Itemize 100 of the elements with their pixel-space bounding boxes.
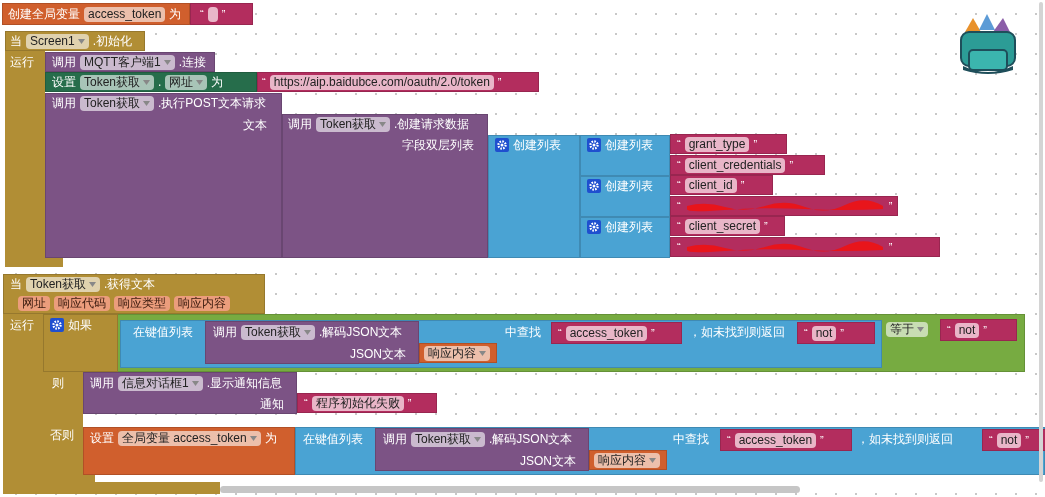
block-label: 创建全局变量 — [8, 6, 80, 22]
dropdown[interactable]: 等于 — [886, 321, 928, 337]
block-label: 调用 — [383, 431, 407, 447]
caret-icon — [474, 436, 482, 442]
scrollbar[interactable] — [1039, 2, 1043, 482]
caret-icon — [649, 457, 656, 463]
caret-icon — [249, 435, 257, 441]
block-label: 中查找 — [505, 324, 541, 340]
caret-icon — [143, 79, 151, 85]
block-label: .创建请求数据 — [394, 116, 470, 132]
block-label: 运行 — [10, 317, 34, 333]
block-label: 创建列表 — [513, 137, 561, 153]
dropdown[interactable]: Token获取 — [241, 324, 316, 340]
procedure-block[interactable] — [375, 428, 589, 471]
variable-block[interactable] — [2, 3, 190, 25]
block-label: 为 — [211, 74, 224, 90]
block-label: 运行 — [10, 54, 34, 70]
quote-mark: ” — [753, 137, 758, 152]
caret-icon — [479, 350, 486, 356]
list-block[interactable] — [580, 217, 670, 258]
quote-mark: ” — [983, 323, 988, 338]
caret-icon — [89, 281, 97, 287]
block-label: 则 — [52, 375, 64, 391]
block-label: 调用 — [90, 375, 114, 391]
block-label: 创建列表 — [605, 137, 653, 153]
quote-mark: “ — [804, 326, 808, 341]
procedure-block[interactable] — [45, 93, 282, 258]
dropdown[interactable]: 信息对话框1 — [118, 375, 203, 391]
dropdown[interactable]: Token获取 — [80, 74, 155, 90]
variable-name[interactable]: access_token — [84, 6, 166, 22]
quote-mark: “ — [677, 137, 681, 152]
list-block[interactable] — [580, 135, 670, 176]
setter-block[interactable] — [45, 72, 257, 92]
caret-icon — [77, 38, 85, 44]
caret-icon — [304, 329, 312, 335]
caret-icon — [379, 121, 387, 127]
procedure-block[interactable] — [83, 372, 297, 414]
empty-string-field[interactable] — [207, 6, 218, 22]
quote-mark: “ — [947, 323, 951, 338]
quote-mark: ” — [840, 326, 845, 341]
block-label: 否则 — [50, 427, 74, 443]
block-label: 调用 — [213, 324, 237, 340]
variable-block[interactable] — [419, 343, 497, 363]
procedure-block[interactable] — [45, 52, 215, 72]
dropdown[interactable]: Token获取 — [26, 276, 101, 292]
dropdown[interactable]: Token获取 — [316, 116, 391, 132]
scrollbar[interactable] — [220, 486, 800, 493]
block-label: 当 — [10, 276, 22, 292]
caret-icon — [163, 59, 171, 65]
quote-mark: ” — [764, 219, 768, 234]
list-block[interactable] — [580, 176, 670, 217]
dropdown[interactable]: Token获取 — [80, 95, 155, 111]
dropdown[interactable]: 响应内容 — [594, 452, 660, 468]
dropdown[interactable]: 响应内容 — [424, 345, 490, 361]
block-label: .获得文本 — [104, 276, 156, 292]
block-label: 为 — [169, 6, 182, 22]
block-label: 在键值列表 — [303, 431, 363, 447]
procedure-block[interactable] — [205, 321, 419, 364]
block-label: .解码JSON文本 — [319, 324, 403, 340]
quote-mark: “ — [727, 433, 731, 448]
quote-mark: “ — [677, 158, 681, 173]
block-label: ，如未找到则返回 — [857, 431, 953, 447]
variable-block[interactable] — [83, 427, 295, 475]
variable-block[interactable] — [589, 450, 667, 470]
dropdown[interactable]: MQTT客户端1 — [80, 54, 175, 70]
dropdown[interactable]: 网址 — [165, 74, 208, 90]
block-label: 创建列表 — [605, 219, 653, 235]
caret-icon — [196, 79, 204, 85]
block-label: 如果 — [68, 317, 92, 333]
quote-mark: ” — [888, 240, 893, 255]
block-label: 当 — [10, 33, 22, 49]
block-label: 在键值列表 — [133, 324, 193, 340]
text-block[interactable] — [190, 3, 253, 25]
gear-icon[interactable] — [495, 138, 509, 152]
dropdown[interactable]: Screen1 — [26, 33, 89, 49]
dropdown[interactable]: Token获取 — [411, 431, 486, 447]
gear-icon[interactable] — [587, 179, 601, 193]
block-label: .连接 — [178, 54, 206, 70]
quote-mark: ” — [740, 178, 745, 193]
block-label: 调用 — [52, 95, 76, 111]
block-label: 设置 — [90, 430, 114, 446]
quote-mark: “ — [558, 326, 562, 341]
block-label: .显示通知信息 — [206, 375, 283, 391]
block-label: JSON文本 — [520, 453, 576, 469]
gear-icon[interactable] — [587, 138, 601, 152]
procedure-block[interactable] — [282, 114, 488, 258]
block-label: 设置 — [52, 74, 76, 90]
block-label: 文本 — [243, 117, 267, 133]
block-label: 字段双层列表 — [402, 137, 474, 153]
caret-icon — [191, 380, 199, 386]
quote-mark: ” — [1025, 433, 1030, 448]
caret-icon — [143, 100, 151, 106]
quote-mark: ” — [789, 158, 794, 173]
gear-icon[interactable] — [50, 318, 64, 332]
quote-mark: ” — [888, 199, 893, 214]
gear-icon[interactable] — [587, 220, 601, 234]
block-label: 调用 — [288, 116, 312, 132]
block-label: 通知 — [260, 396, 284, 412]
quote-mark: “ — [677, 178, 681, 193]
dropdown[interactable]: 全局变量 access_token — [118, 430, 261, 446]
